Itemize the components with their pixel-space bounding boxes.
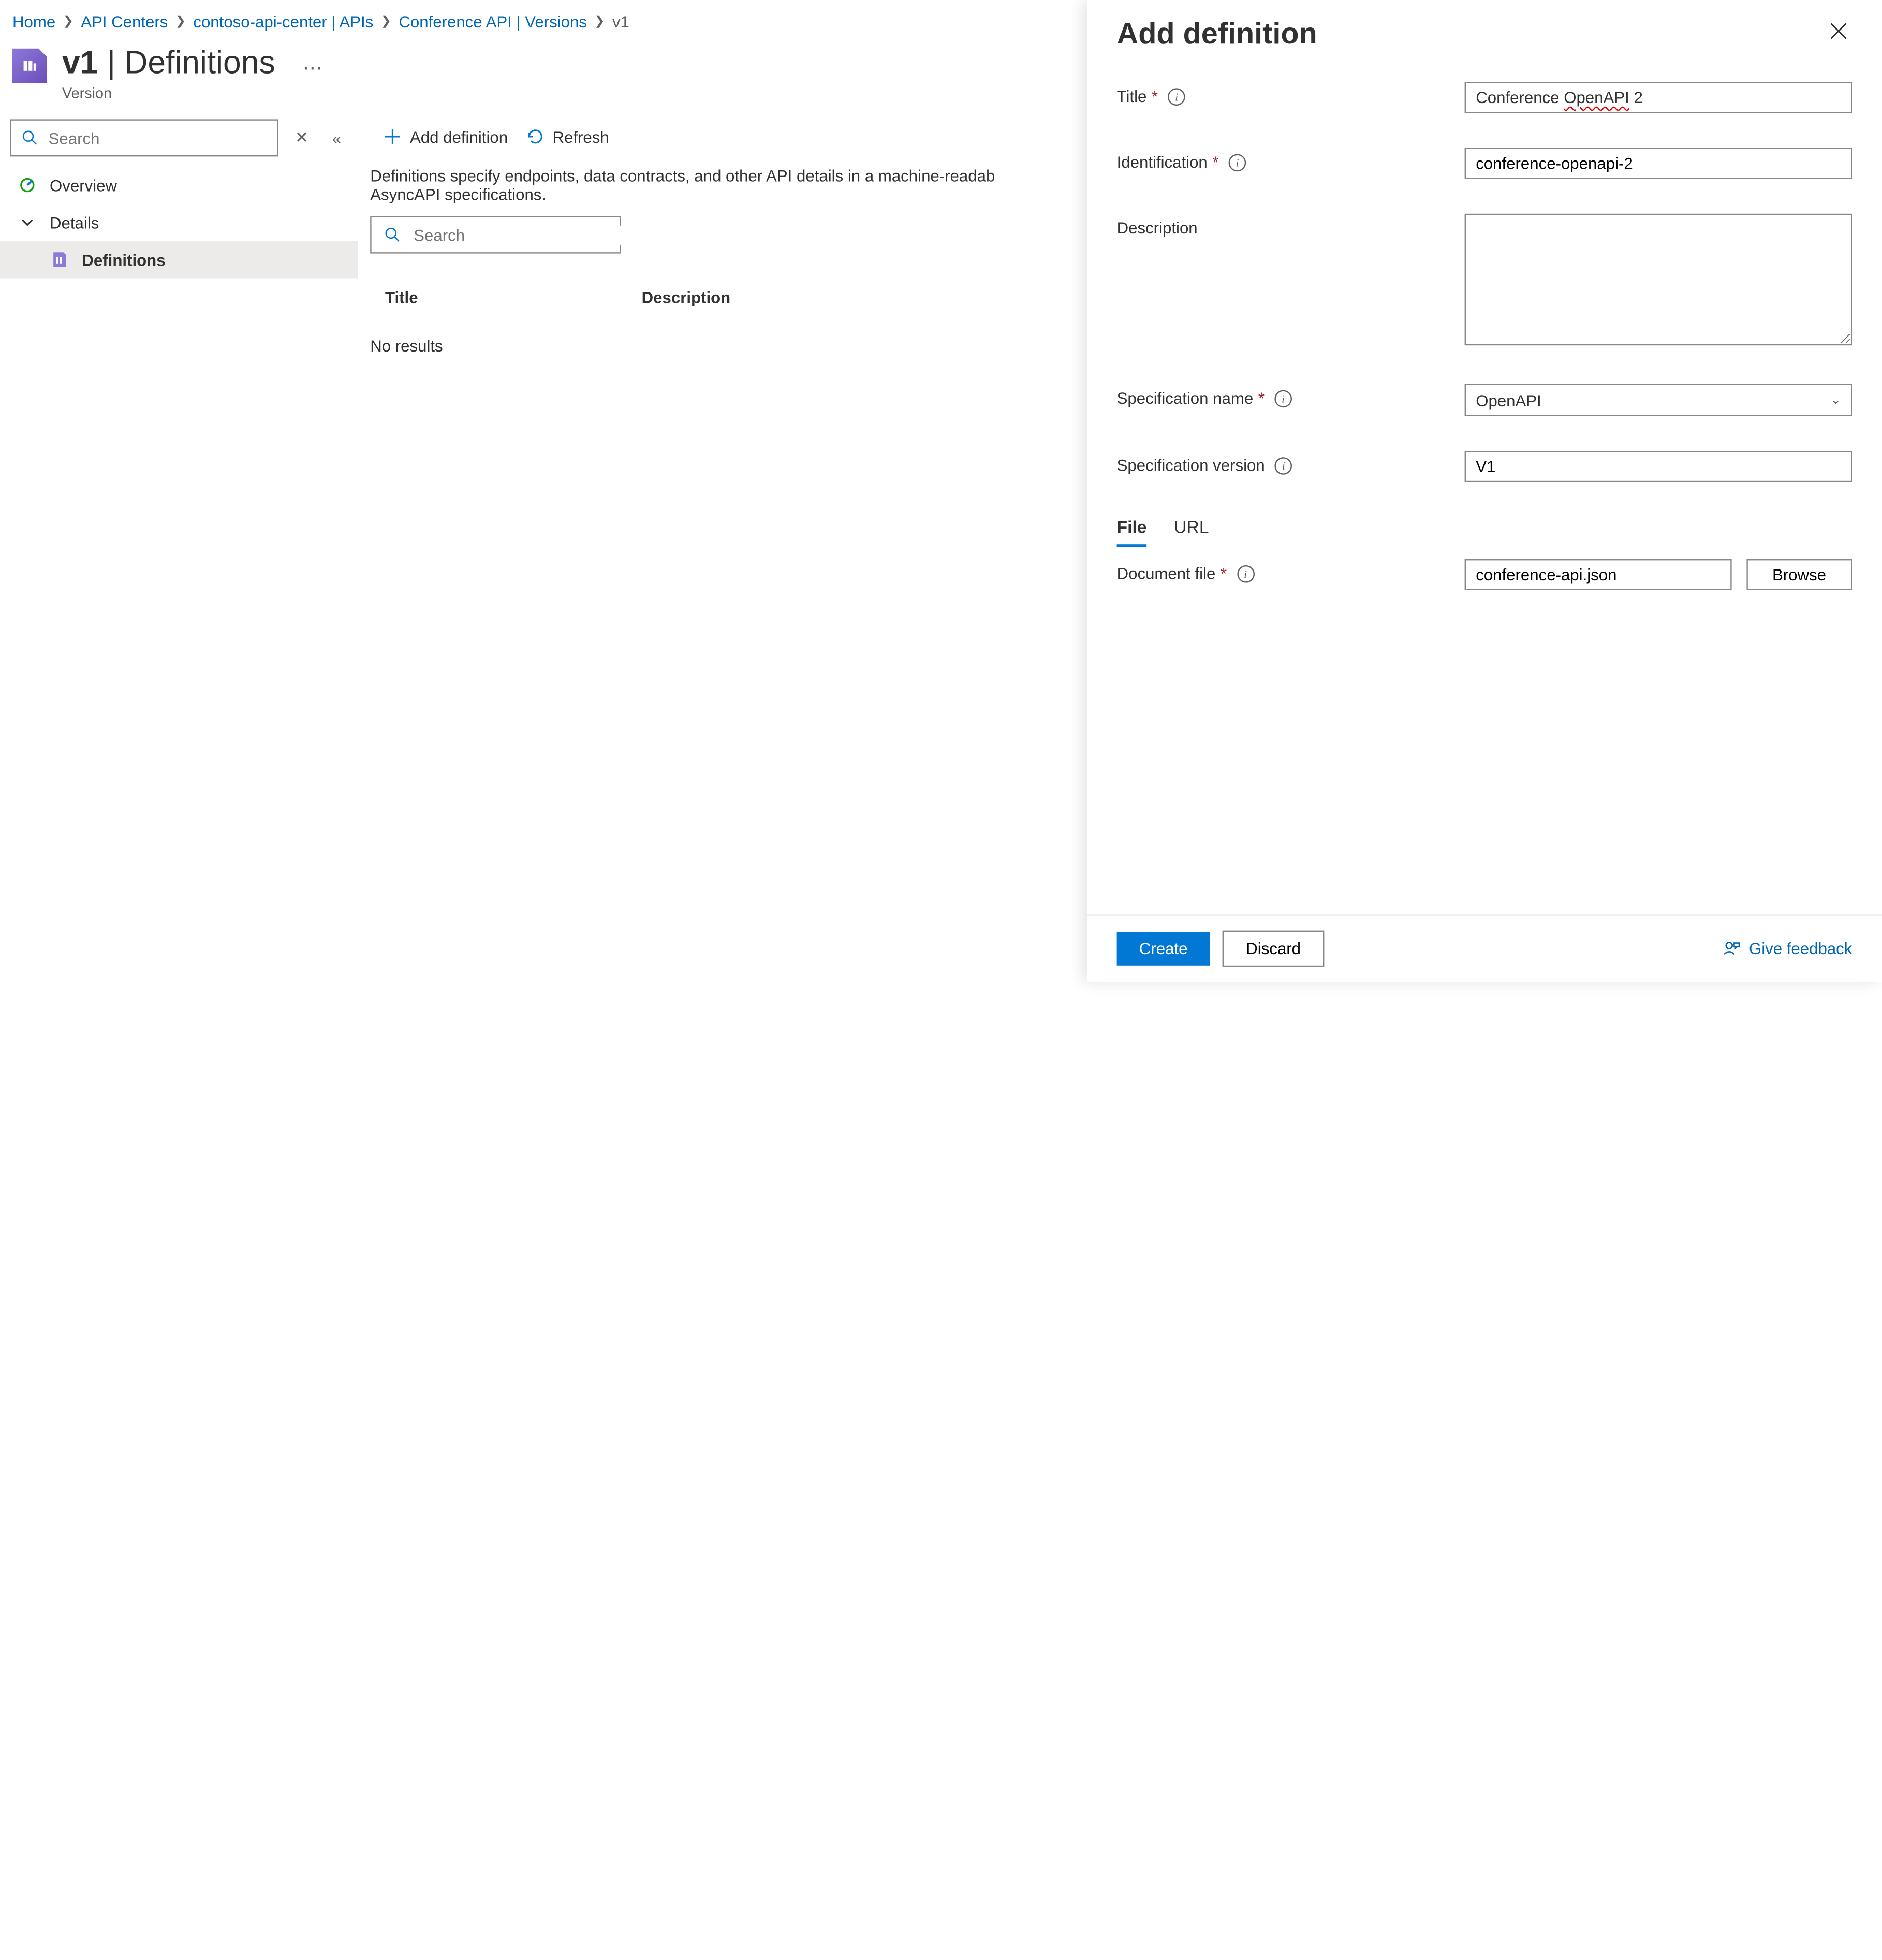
definition-icon — [50, 250, 69, 269]
chevron-right-icon: ❯ — [175, 15, 186, 28]
more-actions-button[interactable]: ⋯ — [302, 56, 324, 81]
description-input[interactable] — [1465, 214, 1852, 345]
refresh-button[interactable]: Refresh — [525, 127, 609, 147]
browse-button[interactable]: Browse — [1746, 559, 1852, 590]
discard-button[interactable]: Discard — [1223, 931, 1325, 967]
breadcrumb-home[interactable]: Home — [12, 12, 55, 31]
chevron-right-icon: ❯ — [594, 15, 605, 28]
close-panel-button[interactable] — [1825, 18, 1852, 45]
clear-icon[interactable]: ✕ — [291, 128, 313, 148]
sidebar-item-definitions[interactable]: Definitions — [0, 241, 358, 279]
give-feedback-link[interactable]: Give feedback — [1722, 939, 1852, 958]
info-icon[interactable]: i — [1237, 565, 1254, 582]
definition-resource-icon — [12, 49, 47, 83]
info-icon[interactable]: i — [1229, 153, 1246, 171]
info-icon[interactable]: i — [1275, 457, 1292, 474]
sidebar-item-details[interactable]: Details — [0, 204, 358, 241]
panel-footer: Create Discard Give feedback — [1087, 914, 1882, 982]
sidebar-item-label: Definitions — [82, 251, 165, 269]
search-icon — [21, 129, 39, 147]
breadcrumb-conference-versions[interactable]: Conference API | Versions — [399, 12, 587, 31]
close-icon — [1830, 22, 1847, 40]
document-file-label: Document file * i — [1117, 559, 1465, 583]
chevron-right-icon: ❯ — [63, 15, 73, 28]
column-description[interactable]: Description — [642, 288, 731, 307]
info-icon[interactable]: i — [1274, 389, 1292, 407]
chevron-right-icon: ❯ — [381, 15, 391, 28]
page-subtitle: Version — [62, 84, 275, 102]
refresh-icon — [525, 127, 545, 147]
breadcrumb-current: v1 — [612, 12, 629, 31]
sidebar: ✕ « Overview Details Definitions — [0, 114, 358, 378]
column-title[interactable]: Title — [385, 288, 418, 307]
identification-label: Identification * i — [1117, 148, 1465, 172]
add-definition-button[interactable]: Add definition — [383, 127, 508, 147]
plus-icon — [383, 127, 402, 147]
title-label: Title * i — [1117, 82, 1465, 106]
sidebar-item-label: Overview — [50, 176, 117, 195]
identification-input[interactable] — [1465, 148, 1852, 179]
definitions-search-input[interactable] — [414, 226, 632, 244]
sidebar-search-input[interactable] — [49, 128, 267, 147]
info-icon[interactable]: i — [1168, 87, 1185, 105]
chevron-down-icon: ⌄ — [1831, 393, 1841, 407]
overview-icon — [18, 175, 37, 195]
document-file-input[interactable] — [1465, 559, 1731, 590]
feedback-icon — [1722, 939, 1741, 958]
breadcrumb-contoso-apis[interactable]: contoso-api-center | APIs — [193, 12, 373, 31]
tab-file[interactable]: File — [1117, 517, 1147, 547]
search-icon — [384, 226, 402, 244]
sidebar-search[interactable] — [10, 119, 278, 156]
spec-version-input[interactable] — [1465, 451, 1852, 482]
collapse-sidebar-icon[interactable]: « — [326, 128, 348, 147]
upload-tabs: File URL — [1117, 517, 1852, 547]
create-button[interactable]: Create — [1117, 932, 1210, 966]
panel-title: Add definition — [1117, 18, 1317, 52]
spec-name-select[interactable]: OpenAPI ⌄ — [1465, 384, 1852, 416]
sidebar-item-label: Details — [50, 213, 99, 232]
chevron-down-icon — [18, 212, 37, 232]
page-title: v1 | Definitions — [62, 43, 275, 82]
sidebar-item-overview[interactable]: Overview — [0, 167, 358, 204]
definitions-search[interactable] — [370, 216, 621, 254]
spec-version-label: Specification version i — [1117, 451, 1465, 475]
breadcrumb-api-centers[interactable]: API Centers — [81, 12, 168, 31]
add-definition-panel: Add definition Title * i Conference Open… — [1087, 0, 1882, 982]
spec-name-label: Specification name * i — [1117, 384, 1465, 408]
title-input[interactable]: Conference OpenAPI 2 — [1465, 82, 1852, 113]
tab-url[interactable]: URL — [1174, 517, 1209, 547]
description-label: Description — [1117, 214, 1465, 238]
